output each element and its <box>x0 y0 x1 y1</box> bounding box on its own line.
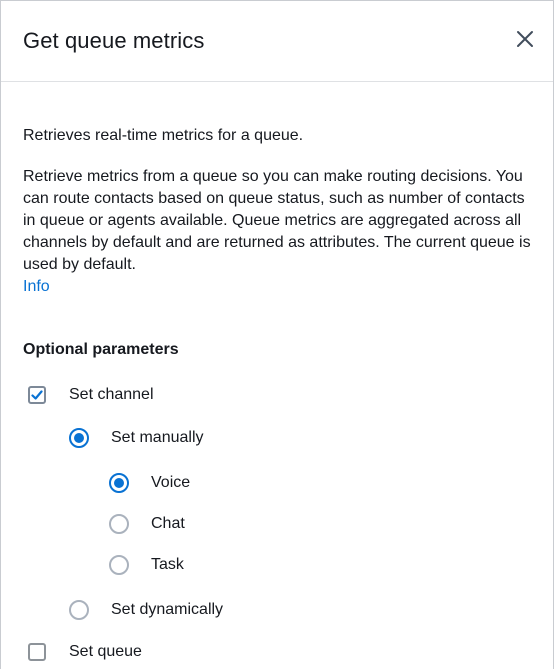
set-channel-checkbox[interactable] <box>28 386 46 404</box>
set-queue-checkbox-row[interactable]: Set queue <box>28 640 142 664</box>
set-channel-checkbox-row[interactable]: Set channel <box>28 383 154 407</box>
set-manually-radio-row[interactable]: Set manually <box>69 426 204 450</box>
set-queue-label: Set queue <box>69 643 142 660</box>
optional-parameters-heading: Optional parameters <box>23 341 179 358</box>
get-queue-metrics-panel: Get queue metrics Retrieves real-time me… <box>0 0 554 669</box>
voice-label: Voice <box>151 474 191 491</box>
channel-voice-radio-row[interactable]: Voice <box>109 471 190 495</box>
channel-task-radio-row[interactable]: Task <box>109 553 184 577</box>
chat-radio[interactable] <box>109 514 129 534</box>
channel-chat-radio-row[interactable]: Chat <box>109 512 185 536</box>
block-description: Retrieve metrics from a queue so you can… <box>23 166 535 298</box>
panel-title: Get queue metrics <box>23 28 205 53</box>
voice-radio[interactable] <box>109 473 129 493</box>
description-text: Retrieve metrics from a queue so you can… <box>23 168 531 273</box>
set-manually-label: Set manually <box>111 429 204 446</box>
task-radio[interactable] <box>109 555 129 575</box>
panel-header: Get queue metrics <box>1 1 553 82</box>
set-dynamically-radio-row[interactable]: Set dynamically <box>69 598 223 622</box>
set-dynamically-radio[interactable] <box>69 600 89 620</box>
close-button[interactable] <box>509 23 541 55</box>
set-dynamically-label: Set dynamically <box>111 601 224 618</box>
chat-label: Chat <box>151 515 185 532</box>
task-label: Task <box>151 556 184 573</box>
set-channel-label: Set channel <box>69 386 154 403</box>
set-manually-radio[interactable] <box>69 428 89 448</box>
set-queue-checkbox[interactable] <box>28 643 46 661</box>
close-icon <box>517 31 533 47</box>
block-summary: Retrieves real-time metrics for a queue. <box>23 127 304 144</box>
checkmark-icon <box>31 390 43 400</box>
info-link[interactable]: Info <box>23 278 50 295</box>
